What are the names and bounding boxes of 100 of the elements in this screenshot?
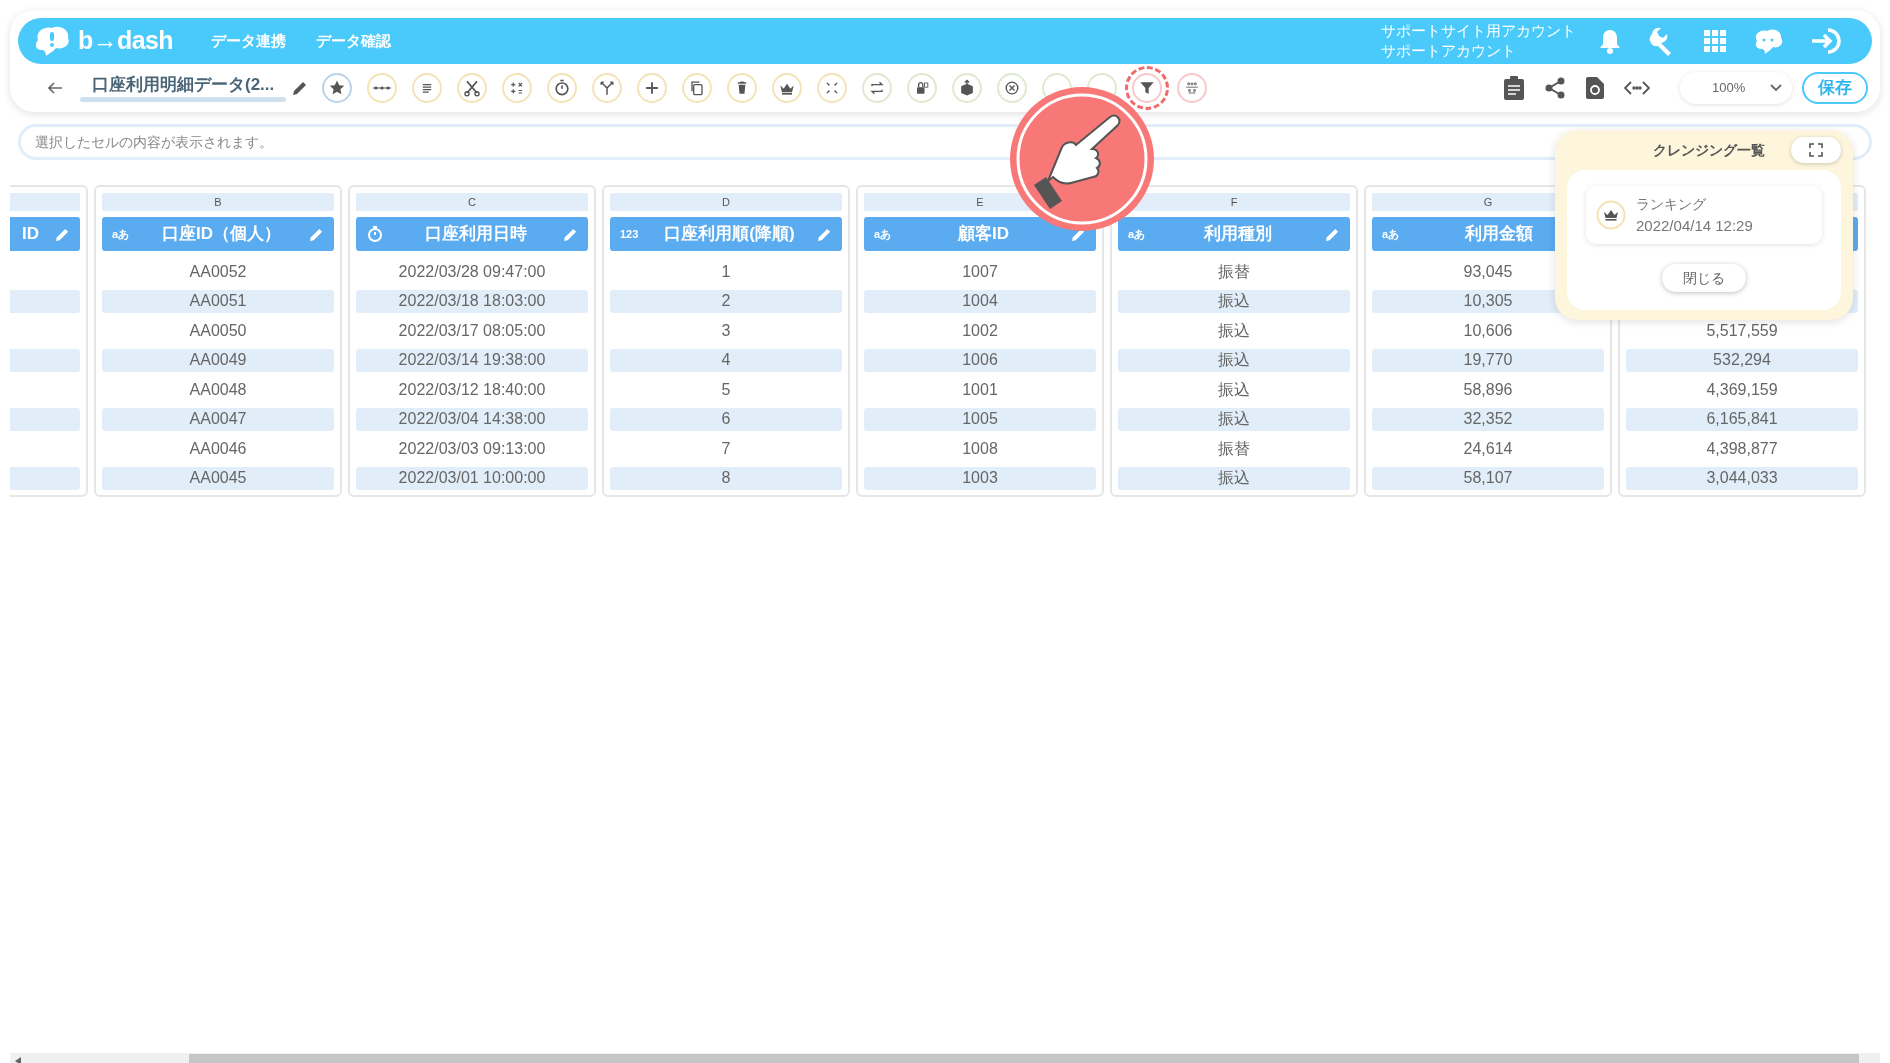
cleansing-item[interactable]: ランキング 2022/04/14 12:29 (1586, 186, 1822, 244)
column-header[interactable]: aあ 利用種別 (1118, 217, 1350, 251)
type-label: aあ (1128, 226, 1146, 242)
table-cell: 振込 (1118, 407, 1350, 431)
tool-button[interactable] (367, 73, 398, 103)
table-cell-text: 4,369,159 (1705, 379, 1779, 400)
logo-text: b→dash (78, 25, 173, 57)
crown-icon (1596, 200, 1626, 230)
table-cell-text: 振込 (1217, 320, 1251, 341)
pencil-icon[interactable] (292, 80, 309, 96)
table-cell: 1005 (864, 407, 1096, 431)
table-cell: 1004 (864, 289, 1096, 313)
table-cell-text: AA0048 (188, 379, 248, 400)
table-cell-text: 振替 (1217, 261, 1251, 282)
code-icon[interactable] (1624, 81, 1650, 95)
table-cell: 4 (610, 348, 842, 372)
chevron-down-icon (1770, 84, 1782, 92)
account-name: サポートアカウント (1381, 41, 1517, 61)
file-restore-icon[interactable] (1586, 77, 1604, 99)
tool-button[interactable] (862, 73, 893, 103)
scroll-left-icon[interactable] (15, 1056, 21, 1063)
type-label: 123 (620, 226, 639, 242)
table-cell-text: 93,045 (1462, 261, 1514, 282)
clipboard-icon[interactable] (1504, 76, 1524, 100)
column-header[interactable]: ID (10, 217, 80, 251)
table-cell-text: 1008 (961, 438, 999, 459)
tool-button[interactable] (637, 73, 668, 103)
table-cell-text: 2022/03/03 09:13:00 (397, 438, 547, 459)
expand-icon (1809, 143, 1823, 157)
table-cell-text: 10,606 (1462, 320, 1514, 341)
table-cell-text: 2022/03/28 09:47:00 (397, 261, 547, 282)
nav-link[interactable]: データ連携 (210, 29, 286, 53)
type-label: aあ (112, 226, 130, 242)
table-cell-text: 3 (720, 320, 732, 341)
table-cell-text: 1002 (961, 320, 999, 341)
tool-button[interactable] (772, 73, 803, 103)
share-icon[interactable] (1544, 77, 1566, 99)
column-header[interactable]: 口座利用日時 (356, 217, 588, 251)
table-cell: 6,165,841 (1626, 407, 1858, 431)
table-cell-text: AA0046 (188, 438, 248, 459)
tool-button[interactable] (412, 73, 443, 103)
save-button[interactable]: 保存 (1802, 72, 1868, 104)
table-cell-text: 振替 (1217, 438, 1251, 459)
panel-title: クレンジング一覧 (1653, 140, 1765, 160)
tool-button[interactable] (502, 73, 533, 103)
table-cell: 8 (610, 466, 842, 490)
document-title[interactable]: 口座利用明細データ(2... (80, 74, 287, 96)
type-label: aあ (1382, 226, 1400, 242)
table-cell-text: 58,896 (1462, 379, 1514, 400)
table-cell-text: 1001 (961, 379, 999, 400)
table-cell: 32,352 (1372, 407, 1604, 431)
table-cell: 19,770 (1372, 348, 1604, 372)
table-cell: 6 (610, 407, 842, 431)
tool-button[interactable] (547, 73, 578, 103)
table-cell-text: 2022/03/12 18:40:00 (397, 379, 547, 400)
table-cell-text: AA0050 (188, 320, 248, 341)
cleansing-date: 2022/04/14 12:29 (1636, 216, 1753, 236)
table-cell: AA0045 (102, 466, 334, 490)
tool-button[interactable] (592, 73, 623, 103)
table-cell-text: 5,517,559 (1705, 320, 1779, 341)
table-cell-text: 4,398,877 (1705, 438, 1779, 459)
table-cell: 振込 (1118, 466, 1350, 490)
table-cell: 2022/03/01 10:00:00 (356, 466, 588, 490)
table-cell-text: 7 (720, 438, 732, 459)
table-cell: 58,107 (1372, 466, 1604, 490)
table-cell: 3,044,033 (1626, 466, 1858, 490)
type-label: aあ (874, 226, 892, 242)
expand-button[interactable] (1791, 137, 1841, 163)
table-cell: AA0047 (102, 407, 334, 431)
zoom-select[interactable]: 100% (1680, 72, 1792, 104)
close-button[interactable]: 閉じる (1662, 264, 1746, 292)
column-header[interactable]: aあ 口座ID（個人） (102, 217, 334, 251)
table-cell-text: 1007 (961, 261, 999, 282)
cleansing-name: ランキング (1636, 195, 1707, 214)
table-cell: 2022/03/14 19:38:00 (356, 348, 588, 372)
tool-button[interactable] (322, 73, 353, 103)
table-cell-text: AA0052 (188, 261, 248, 282)
column-letter: D (610, 193, 842, 211)
nav-link[interactable]: データ確認 (315, 29, 391, 53)
tool-button[interactable] (952, 73, 983, 103)
column-header[interactable]: 123 口座利用順(降順) (610, 217, 842, 251)
table-cell: 振込 (1118, 289, 1350, 313)
tool-button[interactable] (997, 73, 1028, 103)
table-cell: 532,294 (1626, 348, 1858, 372)
dotted-line-icon (373, 86, 392, 90)
table-cell: 2022/03/18 18:03:00 (356, 289, 588, 313)
timer-icon (366, 225, 384, 243)
table-cell-text: 2022/03/17 08:05:00 (397, 320, 547, 341)
table-cell-text: 1 (720, 261, 732, 282)
table-cell: 2 (610, 289, 842, 313)
tool-button[interactable] (907, 73, 938, 103)
table-cell: AA0051 (102, 289, 334, 313)
tool-button[interactable] (682, 73, 713, 103)
table-cell: 2022/03/04 14:38:00 (356, 407, 588, 431)
back-arrow-icon[interactable] (48, 82, 62, 94)
tool-button[interactable] (457, 73, 488, 103)
tool-button[interactable] (1132, 73, 1163, 103)
table-cell-text: 5 (720, 379, 732, 400)
table-cell: AA0049 (102, 348, 334, 372)
tool-button[interactable] (727, 73, 758, 103)
